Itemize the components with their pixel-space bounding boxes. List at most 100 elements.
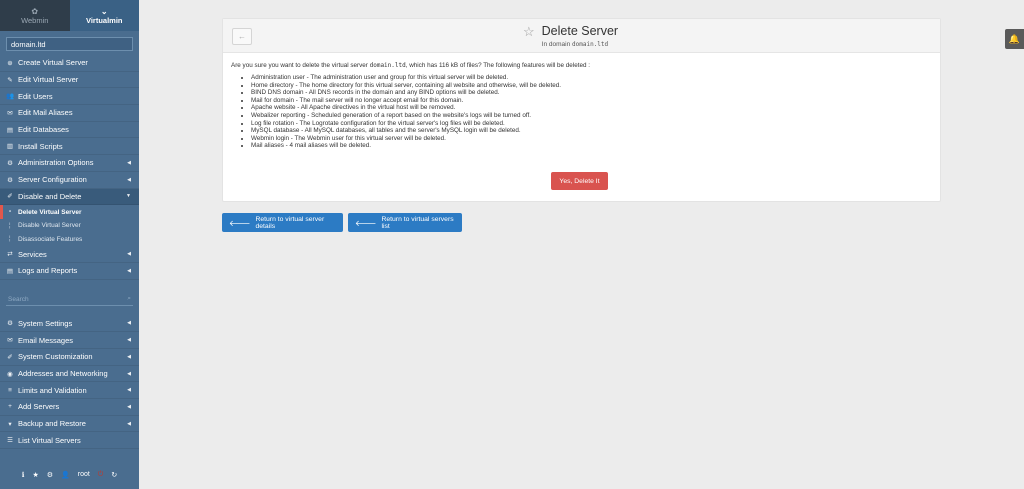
search-placeholder: Search [8, 295, 29, 303]
envelope-icon: ✉ [7, 337, 13, 345]
intro-domain: domain.ltd [369, 62, 406, 69]
virtualmin-switch-label: Virtualmin [85, 15, 123, 25]
nav-administration-options[interactable]: ⚙ Administration Options ◀ [0, 155, 139, 172]
nav-email-messages[interactable]: ✉ Email Messages ◀ [0, 332, 139, 349]
username[interactable]: root [78, 471, 90, 479]
info-icon[interactable]: ℹ [22, 471, 25, 479]
arrow-left-icon: 🡐 [229, 218, 251, 228]
caret-left-icon: ◀ [127, 176, 131, 183]
caret-left-icon: ◀ [127, 387, 131, 394]
nav-system-settings[interactable]: ⚙ System Settings ◀ [0, 316, 139, 333]
notifications-button[interactable]: 🔔 [1005, 29, 1024, 49]
gears-icon[interactable]: ⚙ [47, 471, 53, 479]
favorite-star-icon[interactable]: ☆ [523, 24, 535, 39]
confirm-delete-button[interactable]: Yes, Delete It [551, 172, 608, 190]
nav-limits-and-validation[interactable]: ≡ Limits and Validation ◀ [0, 382, 139, 400]
wrench-icon: ✐ [7, 353, 13, 361]
nav-sub-label: Delete Virtual Server [18, 208, 82, 216]
bullet-icon: ¦ [9, 236, 11, 243]
return-details-label: Return to virtual server details [255, 215, 325, 230]
nav-label: Edit Databases [18, 125, 69, 135]
users-icon: 👥 [6, 93, 15, 101]
nav-install-scripts[interactable]: ▥ Install Scripts [0, 138, 139, 156]
subtitle-prefix: In domain [541, 41, 571, 48]
nav-label: System Settings [18, 318, 73, 328]
file-code-icon: ▥ [6, 143, 14, 151]
caret-left-icon: ◀ [127, 337, 131, 344]
gear-icon: ⚙ [7, 159, 13, 167]
feature-item: Webalizer reporting - Scheduled generati… [251, 112, 932, 120]
search-icon: ⌕ [127, 295, 131, 303]
nav-label: Create Virtual Server [18, 58, 88, 68]
list-icon: ☰ [7, 437, 13, 445]
nav-label: Edit Mail Aliases [18, 108, 73, 118]
bell-icon: 🔔 [1008, 33, 1021, 44]
virtualmin-logo-icon: ⌄ [100, 6, 108, 16]
features-list: Administration user - The administration… [251, 74, 932, 150]
nav-list-virtual-servers[interactable]: ☰ List Virtual Servers [0, 432, 139, 450]
sidebar-search[interactable]: Search ⌕ [6, 294, 133, 306]
nav-system-customization[interactable]: ✐ System Customization ◀ [0, 349, 139, 366]
gear-icon: ⚙ [7, 320, 13, 328]
arrow-left-icon: ← [238, 32, 246, 41]
nav-server-configuration[interactable]: ⚙ Server Configuration ◀ [0, 172, 139, 189]
nav-logs-and-reports[interactable]: ▤ Logs and Reports ◀ [0, 263, 139, 280]
nav-label: Disable and Delete [18, 191, 82, 201]
sidebar: ✿ Webmin ⌄ Virtualmin domain.ltd ⊕ Create… [0, 0, 139, 489]
share-icon: ⇄ [7, 251, 13, 259]
domain-select[interactable]: domain.ltd [6, 37, 133, 51]
nav-label: Edit Virtual Server [18, 75, 79, 85]
sidebar-footer: ℹ ★ ⚙ 👤 root ⏻ ↻ [0, 471, 139, 479]
nav-sub-delete-virtual-server[interactable]: • Delete Virtual Server [0, 205, 139, 219]
nav-addresses-and-networking[interactable]: ◉ Addresses and Networking ◀ [0, 366, 139, 383]
nav-menu-system: ⚙ System Settings ◀ ✉ Email Messages ◀ ✐ Syst… [0, 316, 139, 450]
nav-sub-disable-virtual-server[interactable]: ¦ Disable Virtual Server [0, 219, 139, 233]
feature-item: Home directory - The home directory for … [251, 82, 932, 90]
nav-services[interactable]: ⇄ Services ◀ [0, 246, 139, 263]
product-switcher: ✿ Webmin ⌄ Virtualmin [0, 0, 139, 31]
nav-edit-virtual-server[interactable]: ✎ Edit Virtual Server [0, 72, 139, 89]
nav-label: Logs and Reports [18, 266, 78, 276]
caret-left-icon: ◀ [127, 159, 131, 166]
nav-label: Administration Options [18, 158, 94, 168]
nav-label: Services [18, 249, 47, 259]
gears-icon: ⚙ [7, 176, 13, 184]
webmin-switch[interactable]: ✿ Webmin [0, 0, 70, 31]
nav-label: Backup and Restore [18, 419, 86, 429]
nav-label: Edit Users [18, 91, 53, 101]
refresh-icon[interactable]: ↻ [111, 471, 117, 479]
caret-left-icon: ◀ [127, 251, 131, 258]
return-details-button[interactable]: 🡐 Return to virtual server details [222, 213, 343, 232]
virtualmin-switch[interactable]: ⌄ Virtualmin [69, 0, 139, 31]
nav-create-virtual-server[interactable]: ⊕ Create Virtual Server [0, 55, 139, 72]
caret-left-icon: ◀ [127, 267, 131, 274]
nav-edit-users[interactable]: 👥 Edit Users [0, 88, 139, 106]
wrench-icon: ✐ [7, 193, 13, 201]
feature-item: Administration user - The administration… [251, 74, 932, 82]
nav-edit-mail-aliases[interactable]: ✉ Edit Mail Aliases [0, 105, 139, 122]
nav-label: System Customization [18, 352, 93, 362]
nav-label: Install Scripts [18, 141, 63, 151]
panel-body: Are you sure you want to delete the virt… [223, 53, 940, 159]
pencil-square-icon: ✎ [7, 76, 13, 84]
nav-add-servers[interactable]: + Add Servers ◀ [0, 399, 139, 416]
nav-backup-and-restore[interactable]: ▾ Backup and Restore ◀ [0, 416, 139, 433]
nav-label: Email Messages [18, 335, 74, 345]
feature-item: Apache website - All Apache directives i… [251, 104, 932, 112]
star-icon[interactable]: ★ [32, 471, 38, 479]
file-text-icon: ▤ [6, 267, 14, 275]
caret-left-icon: ◀ [127, 353, 131, 360]
logout-icon[interactable]: ⏻ [98, 471, 104, 479]
subtitle-domain: domain.ltd [572, 41, 609, 48]
user-icon: 👤 [61, 472, 70, 479]
nav-edit-databases[interactable]: ▤ Edit Databases [0, 122, 139, 139]
download-icon: ▾ [8, 420, 12, 428]
return-list-button[interactable]: 🡐 Return to virtual servers list [348, 213, 462, 232]
globe-icon: ◉ [7, 370, 13, 378]
plus-icon: + [8, 403, 12, 411]
webmin-logo-icon: ✿ [31, 6, 39, 16]
back-button[interactable]: ← [232, 28, 252, 45]
nav-label: Addresses and Networking [18, 369, 108, 379]
nav-sub-disassociate-features[interactable]: ¦ Disassociate Features [0, 233, 139, 247]
nav-disable-and-delete[interactable]: ✐ Disable and Delete ▼ [0, 188, 139, 206]
